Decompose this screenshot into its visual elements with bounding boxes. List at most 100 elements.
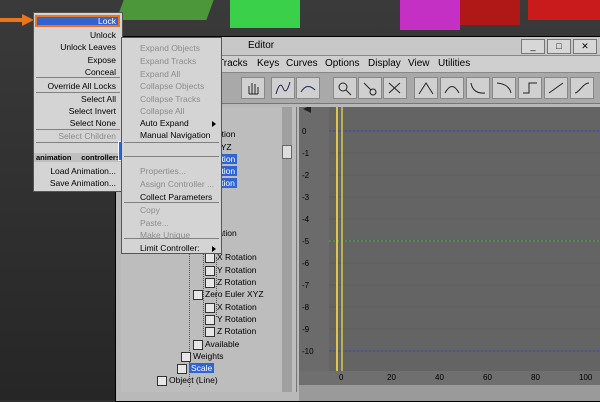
menu-item-save-animation[interactable]: Save Animation...	[50, 178, 116, 188]
y-tick-label: -10	[302, 347, 314, 356]
menu-item-select-invert[interactable]: Select Invert	[69, 106, 116, 116]
tree-row[interactable]: Weights	[181, 350, 224, 362]
red-box-2	[528, 0, 600, 20]
menu-item-load-animation[interactable]: Load Animation...	[50, 166, 116, 176]
y-tick-label: -1	[302, 149, 310, 158]
y-tick-label: -7	[302, 281, 310, 290]
minimize-button[interactable]: _	[521, 39, 545, 54]
menu-item-unlock[interactable]: Unlock	[90, 30, 116, 40]
menu-item-expose[interactable]: Expose	[88, 55, 116, 65]
green-box	[230, 0, 300, 28]
menu-item-expand-objects: Expand Objects	[140, 43, 201, 53]
tangent-step-icon[interactable]	[518, 77, 542, 99]
tree-row[interactable]: Scale	[177, 362, 215, 374]
close-button[interactable]: ✕	[573, 39, 597, 54]
tree-item-label: Z Rotation	[217, 326, 257, 336]
controller-icon	[205, 265, 215, 276]
y-tick-label: -4	[302, 215, 310, 224]
menu-item-expand-tracks: Expand Tracks	[140, 56, 197, 66]
menu-item-properties: Properties...	[140, 166, 186, 176]
zoom-icon[interactable]	[333, 77, 357, 99]
tangent-linear-icon[interactable]	[544, 77, 568, 99]
menu-item-copy: Copy	[140, 205, 160, 215]
tree-row[interactable]: Zero Euler XYZ	[193, 288, 264, 300]
menu-view[interactable]: View	[408, 58, 430, 69]
menu-keys[interactable]: Keys	[257, 58, 279, 69]
tree-item-label: X Rotation	[217, 302, 257, 312]
controller-icon	[205, 302, 215, 313]
green-object	[116, 0, 214, 20]
tree-item-label: Available	[205, 339, 240, 349]
tangent-fast-icon[interactable]	[466, 77, 490, 99]
menu-separator	[124, 156, 219, 157]
menu-item-select-none[interactable]: Select None	[70, 118, 116, 128]
menu-tracks[interactable]: Tracks	[218, 58, 248, 69]
tree-row[interactable]: Z Rotation	[205, 276, 256, 288]
x-tick-label: 20	[387, 373, 396, 382]
x-tick-label: 100	[579, 373, 593, 382]
tree-row[interactable]: Y Rotation	[205, 313, 257, 325]
tree-item-label: Zero Euler XYZ	[205, 289, 264, 299]
x-tick-label: 60	[483, 373, 492, 382]
magenta-box	[400, 0, 460, 30]
menu-options[interactable]: Options	[325, 58, 359, 69]
menu-separator	[36, 92, 120, 93]
tree-row[interactable]: Available	[193, 338, 239, 350]
controller-icon	[205, 277, 215, 288]
tangent-slow-icon[interactable]	[492, 77, 516, 99]
menu-item-collapse-objects: Collapse Objects	[140, 81, 205, 91]
y-tick-label: 0	[302, 127, 307, 136]
tangent-smooth-icon[interactable]	[570, 77, 594, 99]
tree-item-label: Weights	[193, 351, 224, 361]
curve-mode-icon[interactable]	[271, 77, 295, 99]
menu-item-assign-controller: Assign Controller ...	[140, 179, 215, 189]
menu-item-collapse-tracks: Collapse Tracks	[140, 94, 201, 104]
tree-item-label: Z Rotation	[217, 277, 257, 287]
menu-item-conceal[interactable]: Conceal	[85, 67, 116, 77]
menu-item-paste: Paste...	[140, 218, 169, 228]
delete-keys-icon[interactable]	[383, 77, 407, 99]
menu-curves[interactable]: Curves	[286, 58, 318, 69]
controller-icon	[177, 363, 187, 374]
menu-separator	[124, 142, 219, 143]
menu-utilities[interactable]: Utilities	[438, 58, 470, 69]
tangent-custom-icon[interactable]	[440, 77, 464, 99]
menu-separator	[124, 202, 219, 203]
zoom-region-icon[interactable]	[358, 77, 382, 99]
x-tick-label: 0	[339, 373, 344, 382]
tree-row[interactable]: Y Rotation	[205, 264, 257, 276]
graph-canvas[interactable]: 0 -1 -2 -3 -4 -5 -6 -7 -8 -9 -10	[299, 107, 600, 371]
x-tick-label: 80	[531, 373, 540, 382]
tangent-auto-icon[interactable]	[414, 77, 438, 99]
submenu-arrow-icon	[212, 121, 216, 127]
curve-filter-icon[interactable]	[296, 77, 320, 99]
menu-separator	[36, 129, 120, 130]
track-context-menu: Lock Unlock Unlock Leaves Expose Conceal Over…	[33, 12, 138, 192]
menu-item-unlock-leaves[interactable]: Unlock Leaves	[60, 42, 116, 52]
menu-item-limit-controller[interactable]: Limit Controller:	[140, 243, 200, 253]
menu-item-select-all[interactable]: Select All	[81, 94, 116, 104]
pan-hand-icon[interactable]	[241, 77, 265, 99]
curve-graph[interactable]: 0 -1 -2 -3 -4 -5 -6 -7 -8 -9 -10	[299, 107, 600, 371]
submenu-arrow-icon	[212, 246, 216, 252]
time-ruler[interactable]: 0 20 40 60 80 100	[299, 371, 600, 385]
tree-row[interactable]: Object (Line)	[157, 374, 218, 386]
status-bar	[299, 385, 600, 401]
controller-context-menu: Expand Objects Expand Tracks Expand All Col…	[121, 37, 222, 254]
tree-row[interactable]: Z Rotation	[205, 325, 256, 337]
controller-icon	[205, 252, 215, 263]
maximize-button[interactable]: □	[547, 39, 571, 54]
menu-item-override-all-locks[interactable]: Override All Locks	[48, 81, 117, 91]
menu-item-manual-navigation[interactable]: Manual Navigation	[140, 130, 210, 140]
tree-row[interactable]: X Rotation	[205, 301, 257, 313]
menu-item-collect-parameters[interactable]: Collect Parameters	[140, 192, 212, 202]
controller-icon	[205, 314, 215, 325]
menu-display[interactable]: Display	[368, 58, 401, 69]
tree-scroll-thumb[interactable]	[282, 145, 292, 159]
tree-item-label: X Rotation	[217, 252, 257, 262]
x-tick-label: 40	[435, 373, 444, 382]
controller-icon	[205, 326, 215, 337]
menu-item-auto-expand[interactable]: Auto Expand	[140, 118, 189, 128]
tree-item-label: Scale	[189, 363, 215, 373]
menu-item-lock[interactable]: Lock	[98, 16, 116, 26]
